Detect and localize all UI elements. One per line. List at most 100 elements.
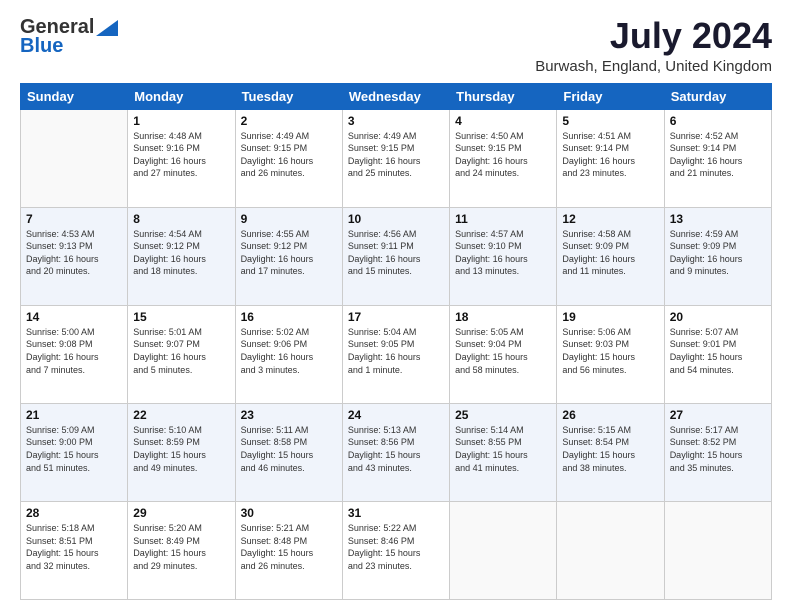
calendar-table: SundayMondayTuesdayWednesdayThursdayFrid… xyxy=(20,83,772,600)
calendar-cell: 20Sunrise: 5:07 AM Sunset: 9:01 PM Dayli… xyxy=(664,305,771,403)
day-number: 8 xyxy=(133,212,229,226)
day-info: Sunrise: 5:15 AM Sunset: 8:54 PM Dayligh… xyxy=(562,424,658,474)
day-number: 16 xyxy=(241,310,337,324)
day-number: 1 xyxy=(133,114,229,128)
day-number: 5 xyxy=(562,114,658,128)
calendar-cell: 27 Sunrise: 5:17 AM Sunset: 8:52 PM Dayli… xyxy=(664,403,771,501)
day-info: Sunrise: 4:59 AM Sunset: 9:09 PM Dayligh… xyxy=(670,228,766,278)
day-number: 19 xyxy=(562,310,658,324)
day-header-saturday: Saturday xyxy=(664,83,771,109)
day-number: 30 xyxy=(241,506,337,520)
calendar-cell xyxy=(557,501,664,599)
day-number: 15 xyxy=(133,310,229,324)
day-info: Sunrise: 4:49 AM Sunset: 9:15 PM Dayligh… xyxy=(348,130,444,180)
day-number: 28 xyxy=(26,506,122,520)
day-info: Sunrise: 5:07 AM Sunset: 9:01 PM Dayligh… xyxy=(670,326,766,376)
calendar-cell: 10 Sunrise: 4:56 AM Sunset: 9:11 PM Dayli… xyxy=(342,207,449,305)
logo-blue: Blue xyxy=(20,35,63,58)
day-number: 6 xyxy=(670,114,766,128)
calendar-cell: 1 Sunrise: 4:48 AM Sunset: 9:16 PM Daylig… xyxy=(128,109,235,207)
logo: General Blue xyxy=(20,16,118,58)
calendar-cell: 25 Sunrise: 5:14 AM Sunset: 8:55 PM Dayli… xyxy=(450,403,557,501)
calendar-cell: 19 Sunrise: 5:06 AM Sunset: 9:03 PM Dayli… xyxy=(557,305,664,403)
calendar-cell: 9 Sunrise: 4:55 AM Sunset: 9:12 PM Daylig… xyxy=(235,207,342,305)
day-info: Sunrise: 5:06 AM Sunset: 9:03 PM Dayligh… xyxy=(562,326,658,376)
calendar-cell: 16 Sunrise: 5:02 AM Sunset: 9:06 PM Dayli… xyxy=(235,305,342,403)
day-number: 7 xyxy=(26,212,122,226)
day-number: 22 xyxy=(133,408,229,422)
calendar-cell: 22Sunrise: 5:10 AM Sunset: 8:59 PM Dayli… xyxy=(128,403,235,501)
day-number: 24 xyxy=(348,408,444,422)
day-number: 4 xyxy=(455,114,551,128)
day-info: Sunrise: 5:17 AM Sunset: 8:52 PM Dayligh… xyxy=(670,424,766,474)
day-info: Sunrise: 5:01 AM Sunset: 9:07 PM Dayligh… xyxy=(133,326,229,376)
day-number: 29 xyxy=(133,506,229,520)
day-info: Sunrise: 4:52 AM Sunset: 9:14 PM Dayligh… xyxy=(670,130,766,180)
day-info: Sunrise: 4:54 AM Sunset: 9:12 PM Dayligh… xyxy=(133,228,229,278)
calendar-cell: 12 Sunrise: 4:58 AM Sunset: 9:09 PM Dayli… xyxy=(557,207,664,305)
calendar-cell: 7 Sunrise: 4:53 AM Sunset: 9:13 PM Daylig… xyxy=(21,207,128,305)
logo-icon xyxy=(96,20,118,36)
calendar-cell: 26 Sunrise: 5:15 AM Sunset: 8:54 PM Dayli… xyxy=(557,403,664,501)
calendar-cell: 24 Sunrise: 5:13 AM Sunset: 8:56 PM Dayli… xyxy=(342,403,449,501)
day-number: 3 xyxy=(348,114,444,128)
day-number: 14 xyxy=(26,310,122,324)
day-info: Sunrise: 4:58 AM Sunset: 9:09 PM Dayligh… xyxy=(562,228,658,278)
week-row-4: 28 Sunrise: 5:18 AM Sunset: 8:51 PM Dayli… xyxy=(21,501,772,599)
day-info: Sunrise: 5:22 AM Sunset: 8:46 PM Dayligh… xyxy=(348,522,444,572)
day-info: Sunrise: 4:56 AM Sunset: 9:11 PM Dayligh… xyxy=(348,228,444,278)
day-number: 11 xyxy=(455,212,551,226)
day-info: Sunrise: 4:48 AM Sunset: 9:16 PM Dayligh… xyxy=(133,130,229,180)
calendar-cell: 13 Sunrise: 4:59 AM Sunset: 9:09 PM Dayli… xyxy=(664,207,771,305)
day-number: 31 xyxy=(348,506,444,520)
calendar-cell: 28 Sunrise: 5:18 AM Sunset: 8:51 PM Dayli… xyxy=(21,501,128,599)
calendar-cell: 17Sunrise: 5:04 AM Sunset: 9:05 PM Dayli… xyxy=(342,305,449,403)
day-header-sunday: Sunday xyxy=(21,83,128,109)
day-info: Sunrise: 5:09 AM Sunset: 9:00 PM Dayligh… xyxy=(26,424,122,474)
day-info: Sunrise: 5:11 AM Sunset: 8:58 PM Dayligh… xyxy=(241,424,337,474)
day-info: Sunrise: 5:18 AM Sunset: 8:51 PM Dayligh… xyxy=(26,522,122,572)
days-header-row: SundayMondayTuesdayWednesdayThursdayFrid… xyxy=(21,83,772,109)
week-row-1: 7 Sunrise: 4:53 AM Sunset: 9:13 PM Daylig… xyxy=(21,207,772,305)
day-header-thursday: Thursday xyxy=(450,83,557,109)
day-header-wednesday: Wednesday xyxy=(342,83,449,109)
day-number: 27 xyxy=(670,408,766,422)
day-info: Sunrise: 4:50 AM Sunset: 9:15 PM Dayligh… xyxy=(455,130,551,180)
day-info: Sunrise: 5:02 AM Sunset: 9:06 PM Dayligh… xyxy=(241,326,337,376)
day-info: Sunrise: 4:51 AM Sunset: 9:14 PM Dayligh… xyxy=(562,130,658,180)
calendar-cell xyxy=(664,501,771,599)
day-info: Sunrise: 5:13 AM Sunset: 8:56 PM Dayligh… xyxy=(348,424,444,474)
day-number: 12 xyxy=(562,212,658,226)
day-number: 26 xyxy=(562,408,658,422)
calendar-page: General Blue July 2024 Burwash, England,… xyxy=(0,0,792,612)
day-number: 18 xyxy=(455,310,551,324)
calendar-cell: 31 Sunrise: 5:22 AM Sunset: 8:46 PM Dayli… xyxy=(342,501,449,599)
location: Burwash, England, United Kingdom xyxy=(535,58,772,75)
calendar-cell: 23Sunrise: 5:11 AM Sunset: 8:58 PM Dayli… xyxy=(235,403,342,501)
header: General Blue July 2024 Burwash, England,… xyxy=(20,16,772,75)
calendar-cell: 15 Sunrise: 5:01 AM Sunset: 9:07 PM Dayli… xyxy=(128,305,235,403)
day-info: Sunrise: 5:14 AM Sunset: 8:55 PM Dayligh… xyxy=(455,424,551,474)
day-number: 25 xyxy=(455,408,551,422)
day-header-tuesday: Tuesday xyxy=(235,83,342,109)
calendar-cell: 3 Sunrise: 4:49 AM Sunset: 9:15 PM Daylig… xyxy=(342,109,449,207)
day-info: Sunrise: 4:53 AM Sunset: 9:13 PM Dayligh… xyxy=(26,228,122,278)
calendar-cell xyxy=(450,501,557,599)
day-number: 13 xyxy=(670,212,766,226)
day-number: 9 xyxy=(241,212,337,226)
day-number: 10 xyxy=(348,212,444,226)
day-number: 21 xyxy=(26,408,122,422)
day-info: Sunrise: 4:55 AM Sunset: 9:12 PM Dayligh… xyxy=(241,228,337,278)
day-number: 17 xyxy=(348,310,444,324)
calendar-cell: 2Sunrise: 4:49 AM Sunset: 9:15 PM Daylig… xyxy=(235,109,342,207)
week-row-2: 14 Sunrise: 5:00 AM Sunset: 9:08 PM Dayli… xyxy=(21,305,772,403)
week-row-0: 1 Sunrise: 4:48 AM Sunset: 9:16 PM Daylig… xyxy=(21,109,772,207)
month-title: July 2024 xyxy=(535,16,772,56)
day-info: Sunrise: 5:00 AM Sunset: 9:08 PM Dayligh… xyxy=(26,326,122,376)
calendar-cell: 21 Sunrise: 5:09 AM Sunset: 9:00 PM Dayli… xyxy=(21,403,128,501)
day-header-friday: Friday xyxy=(557,83,664,109)
day-info: Sunrise: 5:20 AM Sunset: 8:49 PM Dayligh… xyxy=(133,522,229,572)
calendar-cell: 4 Sunrise: 4:50 AM Sunset: 9:15 PM Daylig… xyxy=(450,109,557,207)
day-info: Sunrise: 4:57 AM Sunset: 9:10 PM Dayligh… xyxy=(455,228,551,278)
day-header-monday: Monday xyxy=(128,83,235,109)
